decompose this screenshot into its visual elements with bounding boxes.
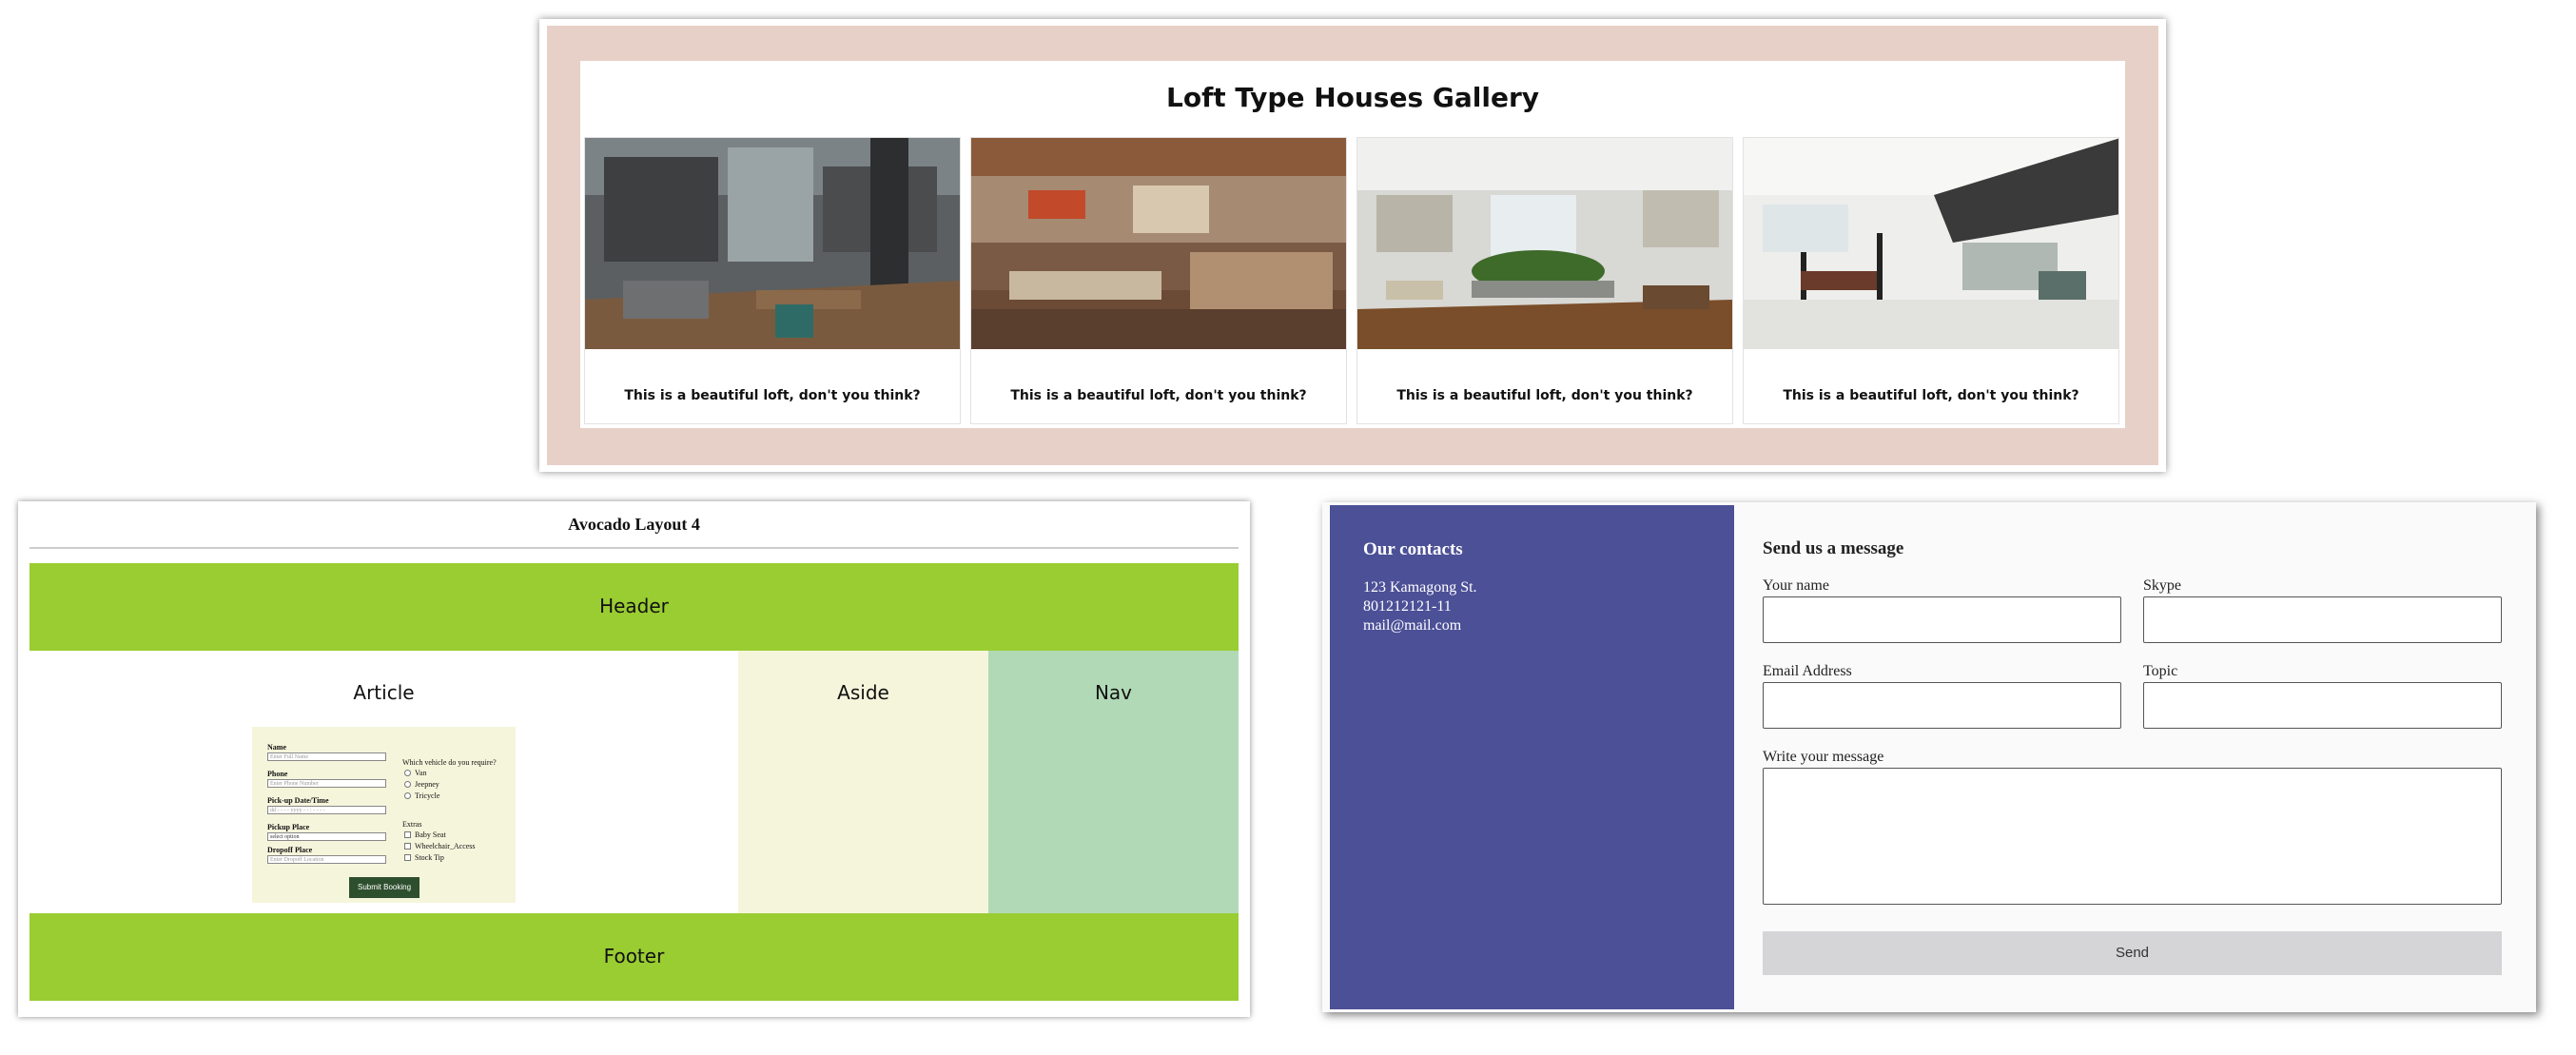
send-button[interactable]: Send [1763, 931, 2502, 975]
pickup-place-select[interactable]: select option [267, 832, 386, 841]
booking-form: Name Enter Full Name Phone Enter Phone N… [252, 727, 516, 903]
loft-image[interactable] [971, 138, 1346, 349]
vehicle-option: Tricycle [415, 791, 440, 800]
send-message-heading: Send us a message [1763, 538, 1904, 558]
name-field[interactable] [1763, 596, 2121, 643]
extras-checkbox-baby-seat[interactable] [404, 831, 411, 838]
loft-image[interactable] [1744, 138, 2118, 349]
layout-header: Header [29, 563, 1239, 651]
contact-address: 123 Kamagong St. [1363, 579, 1477, 596]
phone-input[interactable]: Enter Phone Number [267, 779, 386, 788]
contact-panel: Our contacts 123 Kamagong St. 801212121-… [1322, 502, 2536, 1012]
gallery-card[interactable]: This is a beautiful loft, don't you thin… [1356, 137, 1733, 424]
footer-label: Footer [603, 945, 665, 967]
extras-option: Wheelchair_Access [415, 842, 476, 850]
gallery-container: Loft Type Houses Gallery This is a beaut… [580, 61, 2125, 428]
extras-option: Stock Tip [415, 853, 444, 862]
layout-nav: Nav [988, 651, 1239, 913]
layout-footer: Footer [29, 913, 1239, 1001]
contact-phone: 801212121-11 [1363, 598, 1452, 615]
header-label: Header [599, 595, 669, 617]
avocado-panel: Avocado Layout 4 Header Article Name Ent… [18, 501, 1250, 1017]
gallery-caption: This is a beautiful loft, don't you thin… [624, 388, 921, 403]
loft-image[interactable] [585, 138, 960, 349]
gallery-panel: Loft Type Houses Gallery This is a beaut… [539, 19, 2166, 472]
vehicle-question: Which vehicle do you require? [402, 758, 497, 767]
dropoff-label: Dropoff Place [267, 846, 313, 854]
topic-field[interactable] [2143, 682, 2502, 729]
pickup-datetime-label: Pick-up Date/Time [267, 796, 329, 805]
loft-image[interactable] [1357, 138, 1732, 349]
name-input[interactable]: Enter Full Name [267, 752, 386, 761]
pickup-datetime-input[interactable]: dd - - - - yyyy - - : - - - - [267, 806, 386, 814]
dropoff-input[interactable]: Enter Dropoff Location [267, 855, 386, 864]
gallery-frame: Loft Type Houses Gallery This is a beaut… [547, 26, 2158, 465]
gallery-title: Loft Type Houses Gallery [1166, 82, 1539, 113]
extras-checkbox-wheelchair[interactable] [404, 843, 411, 850]
gallery-card[interactable]: This is a beautiful loft, don't you thin… [584, 137, 961, 424]
avocado-title: Avocado Layout 4 [568, 515, 700, 534]
name-label: Name [267, 743, 286, 752]
article-label: Article [353, 681, 415, 704]
message-textarea[interactable] [1763, 768, 2502, 905]
extras-label: Extras [402, 820, 422, 829]
gallery-card[interactable]: This is a beautiful loft, don't you thin… [1743, 137, 2119, 424]
message-label: Write your message [1763, 749, 1884, 765]
contacts-heading: Our contacts [1363, 539, 1463, 559]
skype-field[interactable] [2143, 596, 2502, 643]
vehicle-radio-jeepney[interactable] [404, 781, 411, 788]
submit-booking-button[interactable]: Submit Booking [349, 877, 420, 898]
contact-sidebar: Our contacts 123 Kamagong St. 801212121-… [1330, 505, 1734, 1009]
name-label: Your name [1763, 577, 1829, 594]
contact-email: mail@mail.com [1363, 617, 1462, 634]
vehicle-option: Jeepney [415, 780, 439, 789]
phone-label: Phone [267, 770, 288, 778]
extras-option: Baby Seat [415, 830, 446, 839]
gallery-caption: This is a beautiful loft, don't you thin… [1783, 388, 2079, 403]
vehicle-radio-van[interactable] [404, 770, 411, 776]
gallery-caption: This is a beautiful loft, don't you thin… [1010, 388, 1307, 403]
vehicle-radio-tricycle[interactable] [404, 792, 411, 799]
nav-label: Nav [1094, 681, 1133, 704]
aside-label: Aside [837, 681, 889, 704]
email-label: Email Address [1763, 663, 1852, 679]
gallery-caption: This is a beautiful loft, don't you thin… [1396, 388, 1693, 403]
layout-aside: Aside [738, 651, 988, 913]
extras-checkbox-stock-tip[interactable] [404, 854, 411, 861]
title-divider [29, 547, 1239, 549]
gallery-card[interactable]: This is a beautiful loft, don't you thin… [970, 137, 1347, 424]
topic-label: Topic [2143, 663, 2178, 679]
email-field[interactable] [1763, 682, 2121, 729]
layout-article: Article Name Enter Full Name Phone Enter… [29, 651, 738, 913]
pickup-place-label: Pickup Place [267, 823, 310, 831]
skype-label: Skype [2143, 577, 2181, 594]
vehicle-option: Van [415, 769, 427, 777]
